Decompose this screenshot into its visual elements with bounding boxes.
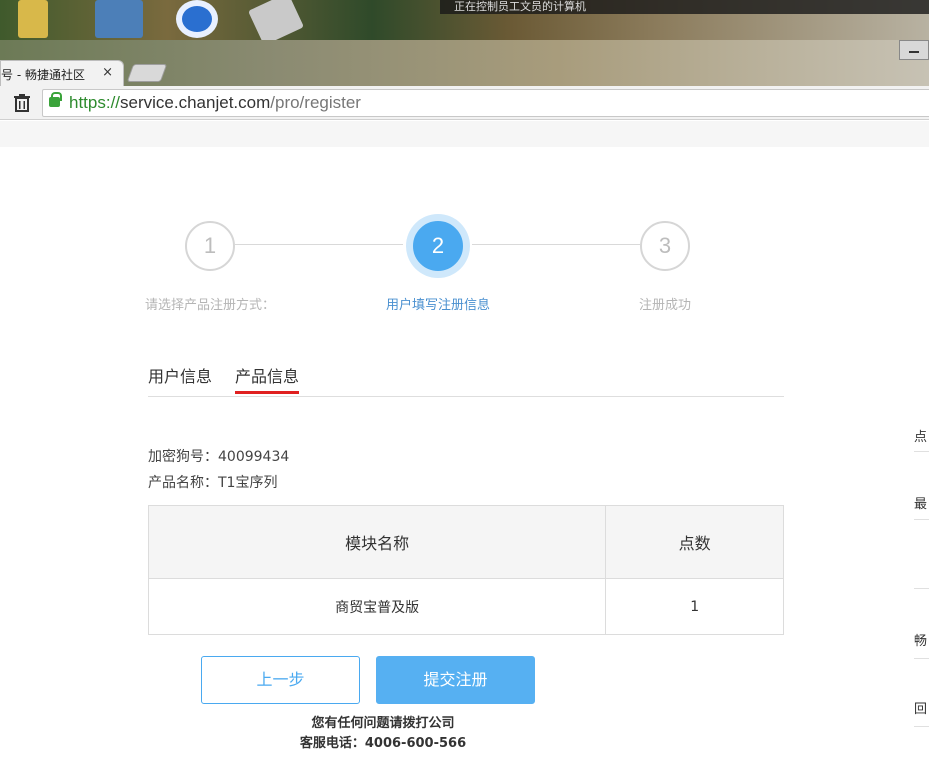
bookmarks-bar [0,121,929,147]
submit-register-button[interactable]: 提交注册 [376,656,535,704]
info-tabs: 用户信息 产品信息 [148,361,784,397]
table-row: 商贸宝普及版 1 [147,578,784,635]
register-page: 1 2 3 请选择产品注册方式： 用户填写注册信息 注册成功 用户信息 产品信息… [0,147,929,760]
step-2-circle: 2 [413,221,463,271]
remote-control-notice: 正在控制员工文员的计算机 [454,0,586,13]
dongle-number: 加密狗号：40099434 [148,449,290,465]
cell-module-name: 商贸宝普及版 [147,578,607,635]
header-module-name: 模块名称 [147,505,607,579]
remote-control-bar: 正在控制员工文员的计算机 [440,0,929,14]
table-header-row: 模块名称 点数 [147,505,784,579]
url-path: /pro/register [270,93,361,112]
minimize-button[interactable] [899,40,929,60]
folder-icon[interactable] [18,0,48,38]
help-line-1: 您有任何问题请拨打公司 [311,716,455,731]
url-text[interactable]: https://service.chanjet.com/pro/register [69,93,361,113]
side-divider [914,519,929,520]
desktop-background: 正在控制员工文员的计算机 [0,0,929,40]
tab-product-info[interactable]: 产品信息 [235,363,300,394]
side-text: 最 [914,497,928,512]
side-text: 回 [914,702,928,717]
prev-step-button[interactable]: 上一步 [201,656,360,704]
new-tab-button[interactable] [126,64,168,82]
product-name: 产品名称：T1宝序列 [148,475,278,491]
step-connector [235,244,403,245]
tab-title: 号 - 畅捷通社区 [1,68,85,82]
url-scheme: https:// [69,93,121,112]
help-line-2: 客服电话：4006-600-566 [299,736,467,751]
step-connector [472,244,640,245]
trash-icon[interactable] [12,94,32,114]
side-divider [914,451,929,452]
tool-icon[interactable] [248,0,304,40]
modules-table: 模块名称 点数 商贸宝普及版 1 [147,505,784,635]
browser-tab[interactable]: 号 - 畅捷通社区 × [0,60,124,86]
cell-points: 1 [605,578,784,635]
step-3-circle: 3 [640,221,690,271]
step-1-circle: 1 [185,221,235,271]
browser-toolbar: https://service.chanjet.com/pro/register [0,86,929,120]
step-3-label: 注册成功 [638,298,692,313]
side-text: 畅 [914,634,928,649]
header-points: 点数 [605,505,784,579]
address-bar[interactable]: https://service.chanjet.com/pro/register [42,89,929,117]
tab-close-icon[interactable]: × [102,65,113,80]
browser-tab-bar: 号 - 畅捷通社区 × [0,40,929,86]
side-divider [914,658,929,659]
side-text: 点 [914,430,928,445]
side-divider [914,588,929,589]
circle-app-icon[interactable] [176,0,218,38]
tab-user-info[interactable]: 用户信息 [148,363,212,387]
side-divider [914,726,929,727]
step-1-label: 请选择产品注册方式： [144,298,276,313]
url-host: service.chanjet.com [120,93,271,112]
app-icon[interactable] [95,0,143,38]
lock-icon [49,92,62,107]
step-2-label: 用户填写注册信息 [385,298,491,313]
